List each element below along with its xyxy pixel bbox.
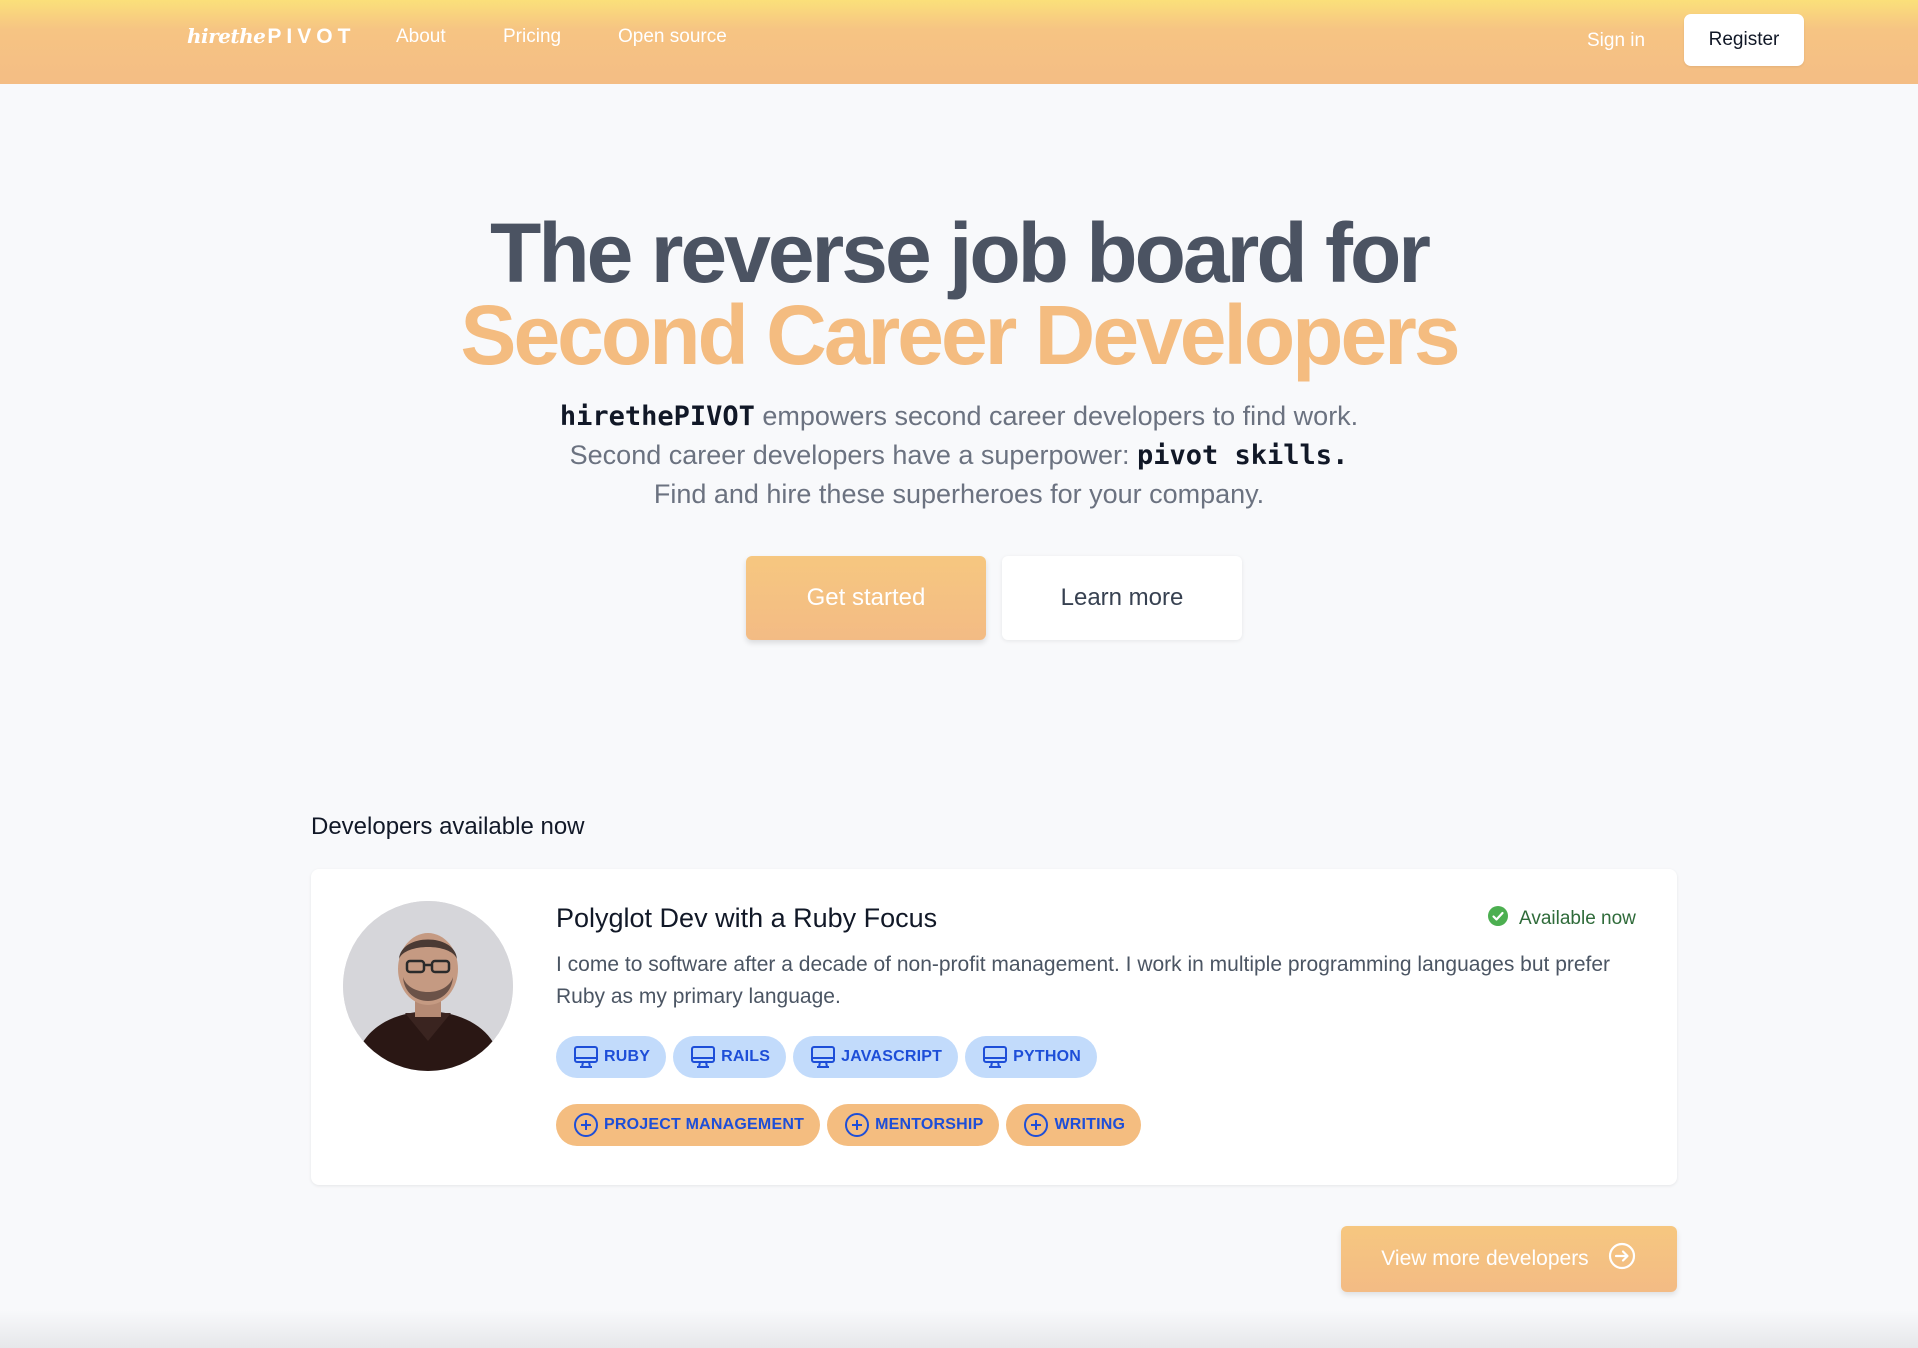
logo-text-pivot: PIVOT bbox=[267, 25, 356, 48]
view-more-label: View more developers bbox=[1381, 1247, 1589, 1270]
language-tags: RUBY RAILS JAVASCRIPT PYTHON bbox=[556, 1036, 1097, 1078]
nav-link-open-source[interactable]: Open source bbox=[618, 26, 727, 48]
page-bottom-shade bbox=[0, 1310, 1918, 1348]
developer-description: I come to software after a decade of non… bbox=[556, 953, 1611, 1008]
plus-circle-icon bbox=[572, 1111, 600, 1139]
pivot-skills-mono-text: pivot skills. bbox=[1137, 440, 1349, 471]
monitor-icon bbox=[572, 1043, 600, 1071]
check-circle-icon bbox=[1487, 905, 1509, 932]
hero-subtitle-line1: hirethePIVOT empowers second career deve… bbox=[0, 397, 1918, 436]
view-more-developers-button[interactable]: View more developers bbox=[1341, 1226, 1677, 1292]
hero-subtitle-line1-text: empowers second career developers to fin… bbox=[754, 401, 1359, 431]
tag-javascript[interactable]: JAVASCRIPT bbox=[793, 1036, 959, 1078]
tag-label: MENTORSHIP bbox=[875, 1116, 984, 1133]
logo[interactable]: hirethe PIVOT bbox=[187, 24, 355, 54]
learn-more-button[interactable]: Learn more bbox=[1002, 556, 1242, 640]
monitor-icon bbox=[689, 1043, 717, 1071]
hero-subtitle-line2-text: Second career developers have a superpow… bbox=[569, 440, 1137, 470]
hero-subtitle-line3: Find and hire these superheroes for your… bbox=[653, 479, 1265, 509]
monitor-icon bbox=[981, 1043, 1009, 1071]
top-nav: hirethe PIVOT About Pricing Open source … bbox=[0, 0, 1918, 84]
logo-text-hirethe: hirethe bbox=[187, 24, 266, 48]
tag-label: JAVASCRIPT bbox=[841, 1048, 943, 1065]
get-started-button[interactable]: Get started bbox=[746, 556, 986, 640]
tag-project-management[interactable]: PROJECT MANAGEMENT bbox=[556, 1104, 821, 1146]
skill-tags: PROJECT MANAGEMENT MENTORSHIP WRITING bbox=[556, 1104, 1142, 1146]
avatar bbox=[343, 901, 513, 1071]
nav-link-pricing[interactable]: Pricing bbox=[503, 26, 561, 48]
tag-python[interactable]: PYTHON bbox=[965, 1036, 1097, 1078]
tag-rails[interactable]: RAILS bbox=[673, 1036, 787, 1078]
tag-writing[interactable]: WRITING bbox=[1006, 1104, 1142, 1146]
developer-card[interactable]: Polyglot Dev with a Ruby Focus Available… bbox=[311, 869, 1677, 1185]
tag-label: WRITING bbox=[1054, 1116, 1126, 1133]
tag-label: RUBY bbox=[604, 1048, 651, 1065]
tag-ruby[interactable]: RUBY bbox=[556, 1036, 667, 1078]
plus-circle-icon bbox=[1022, 1111, 1050, 1139]
developer-title[interactable]: Polyglot Dev with a Ruby Focus bbox=[556, 903, 937, 934]
monitor-icon bbox=[809, 1043, 837, 1071]
hero-title-line2: Second Career Developers bbox=[460, 288, 1460, 382]
availability-label: Available now bbox=[1519, 907, 1636, 929]
sign-in-link[interactable]: Sign in bbox=[1587, 30, 1645, 52]
brand-mono-text: hirethePIVOT bbox=[559, 401, 755, 432]
tag-mentorship[interactable]: MENTORSHIP bbox=[827, 1104, 1000, 1146]
tag-label: RAILS bbox=[721, 1048, 771, 1065]
developers-heading: Developers available now bbox=[311, 813, 585, 840]
availability-status: Available now bbox=[1487, 905, 1636, 932]
tag-label: PYTHON bbox=[1013, 1048, 1081, 1065]
register-button[interactable]: Register bbox=[1684, 14, 1804, 66]
tag-label: PROJECT MANAGEMENT bbox=[604, 1116, 805, 1133]
plus-circle-icon bbox=[843, 1111, 871, 1139]
hero-subtitle-line2: Second career developers have a superpow… bbox=[0, 436, 1918, 475]
nav-link-about[interactable]: About bbox=[396, 26, 446, 48]
arrow-right-circle-icon bbox=[1607, 1241, 1637, 1277]
